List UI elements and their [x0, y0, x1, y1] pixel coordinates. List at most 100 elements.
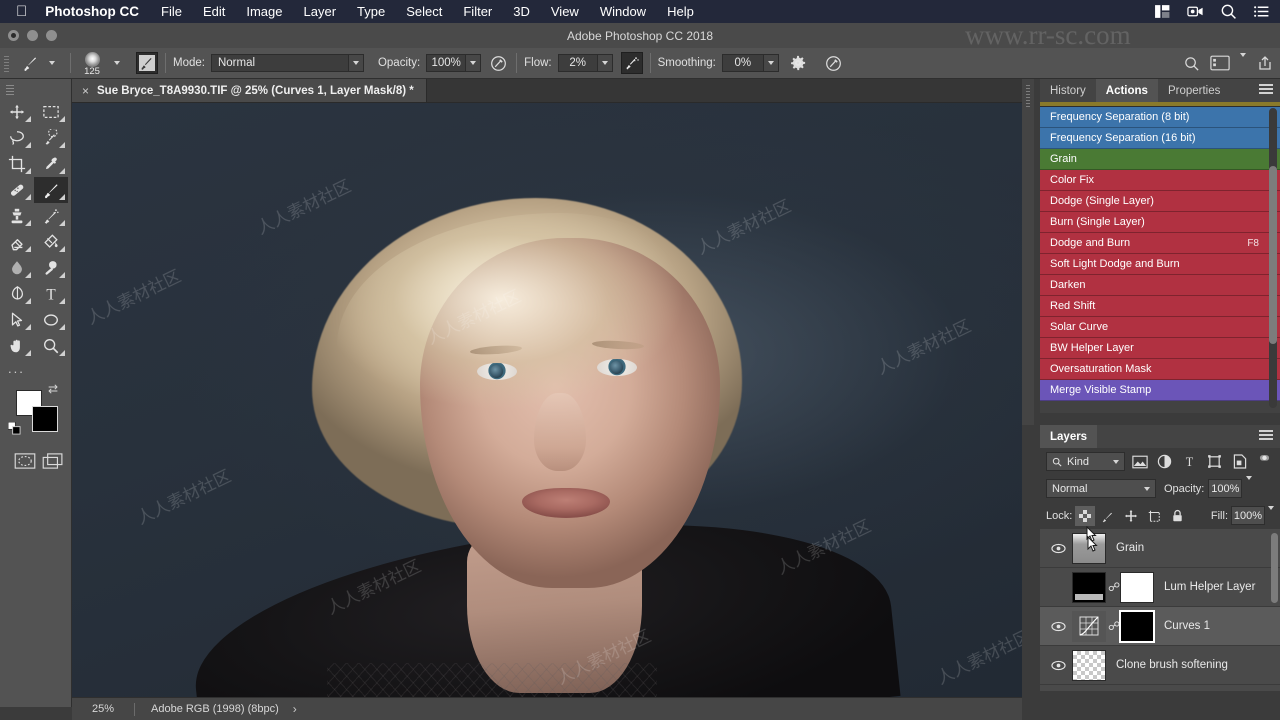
quick-selection-tool[interactable] — [34, 125, 68, 151]
panel-dock-grip[interactable] — [1022, 79, 1034, 429]
eyedropper-tool[interactable] — [34, 151, 68, 177]
action-row[interactable]: Burn (Single Layer) — [1040, 212, 1280, 233]
action-row[interactable]: Dodge (Single Layer) — [1040, 191, 1280, 212]
layer-blend-mode-select[interactable]: Normal — [1046, 479, 1156, 498]
menu-item-select[interactable]: Select — [406, 4, 442, 19]
panel-menu-icon[interactable] — [1259, 430, 1273, 442]
minimize-window-button[interactable] — [27, 30, 38, 41]
layer-mask-thumbnail[interactable] — [1120, 571, 1154, 603]
search-icon[interactable] — [1183, 55, 1200, 72]
list-icon[interactable] — [1253, 3, 1270, 20]
hand-tool[interactable] — [0, 333, 34, 359]
pixel-filter-icon[interactable] — [1131, 452, 1150, 472]
flow-value[interactable]: 2% — [557, 54, 598, 72]
lock-image-icon[interactable] — [1098, 506, 1118, 526]
menu-item-edit[interactable]: Edit — [203, 4, 225, 19]
action-row[interactable]: Soft Light Dodge and Burn — [1040, 254, 1280, 275]
brush-preset-panel-icon[interactable] — [136, 52, 158, 74]
layer-row[interactable]: ☍ Lum Helper Layer — [1040, 568, 1280, 607]
brush-tool-icon[interactable] — [19, 52, 41, 74]
lock-artboard-icon[interactable] — [1144, 506, 1164, 526]
symmetry-icon[interactable] — [823, 52, 845, 74]
opacity-value[interactable]: 100% — [426, 54, 467, 72]
clone-stamp-tool[interactable] — [0, 203, 34, 229]
smart-object-filter-icon[interactable] — [1230, 452, 1249, 472]
layer-visibility-toggle[interactable] — [1044, 660, 1072, 671]
swap-colors-icon[interactable]: ⇄ — [48, 382, 58, 396]
menu-item-type[interactable]: Type — [357, 4, 385, 19]
gear-icon[interactable] — [787, 52, 809, 74]
layer-row[interactable]: ☍ Curves 1 — [1040, 607, 1280, 646]
brush-tool-dropdown[interactable] — [41, 52, 63, 74]
lasso-tool[interactable] — [0, 125, 34, 151]
tab-layers[interactable]: Layers — [1040, 425, 1098, 448]
share-icon[interactable] — [1256, 54, 1274, 72]
gradient-tool[interactable] — [34, 229, 68, 255]
background-color-swatch[interactable] — [32, 406, 58, 432]
blur-tool[interactable] — [0, 255, 34, 281]
type-filter-icon[interactable]: T — [1180, 452, 1199, 472]
search-icon[interactable] — [1220, 3, 1237, 20]
workspace-dropdown[interactable] — [1240, 53, 1246, 69]
zoom-tool[interactable] — [34, 333, 68, 359]
lock-position-icon[interactable] — [1121, 506, 1141, 526]
menu-item-filter[interactable]: Filter — [463, 4, 492, 19]
layer-opacity-value[interactable]: 100% — [1208, 479, 1243, 498]
actions-scrollbar[interactable] — [1269, 108, 1277, 408]
layer-name[interactable]: Grain — [1116, 542, 1144, 554]
menu-item-image[interactable]: Image — [246, 4, 282, 19]
smoothing-value[interactable]: 0% — [721, 54, 764, 72]
tab-actions[interactable]: Actions — [1095, 79, 1158, 102]
blend-mode-dropdown[interactable] — [348, 54, 364, 72]
type-tool[interactable]: T — [34, 281, 68, 307]
action-row[interactable]: Red Shift — [1040, 296, 1280, 317]
lock-all-icon[interactable] — [1167, 506, 1187, 526]
eraser-tool[interactable] — [0, 229, 34, 255]
panel-layout-icon[interactable] — [1154, 3, 1171, 20]
dodge-tool[interactable] — [34, 255, 68, 281]
history-brush-tool[interactable] — [34, 203, 68, 229]
layer-mask-thumbnail[interactable] — [1119, 609, 1155, 643]
pen-tool[interactable] — [0, 281, 34, 307]
path-selection-tool[interactable] — [0, 307, 34, 333]
actions-scrollbar-thumb[interactable] — [1269, 166, 1277, 344]
opacity-dropdown[interactable] — [466, 54, 482, 72]
link-mask-icon[interactable]: ☍ — [1108, 619, 1120, 633]
menu-item-file[interactable]: File — [161, 4, 182, 19]
smoothing-dropdown[interactable] — [763, 54, 779, 72]
apple-icon[interactable]:  — [16, 4, 27, 19]
menu-item-view[interactable]: View — [551, 4, 579, 19]
tab-properties[interactable]: Properties — [1158, 79, 1230, 102]
zoom-level-field[interactable]: 25% — [72, 703, 134, 715]
filter-toggle-icon[interactable] — [1255, 452, 1274, 472]
action-row[interactable]: Merge Visible Stamp — [1040, 380, 1280, 401]
brush-tool[interactable] — [34, 177, 68, 203]
maximize-window-button[interactable] — [46, 30, 57, 41]
screen-record-icon[interactable] — [1187, 3, 1204, 20]
rectangular-marquee-tool[interactable] — [34, 99, 68, 125]
action-row[interactable]: Solar Curve — [1040, 317, 1280, 338]
action-row[interactable]: Frequency Separation (16 bit) — [1040, 128, 1280, 149]
pressure-opacity-icon[interactable] — [487, 52, 509, 74]
more-tools-button[interactable]: ... — [0, 361, 71, 376]
lock-transparent-icon[interactable] — [1075, 505, 1096, 526]
tools-panel-grip[interactable] — [6, 85, 20, 95]
action-row[interactable]: Dodge and Burn F8 — [1040, 233, 1280, 254]
quick-mask-icon[interactable] — [12, 450, 38, 472]
brush-preset-dropdown[interactable] — [106, 52, 128, 74]
layer-visibility-toggle[interactable] — [1044, 621, 1072, 632]
layers-scrollbar[interactable] — [1271, 533, 1278, 603]
menu-item-3d[interactable]: 3D — [513, 4, 530, 19]
tab-history[interactable]: History — [1040, 79, 1096, 102]
blend-mode-value[interactable]: Normal — [210, 54, 349, 72]
layer-name[interactable]: Lum Helper Layer — [1164, 581, 1255, 593]
spot-healing-brush-tool[interactable] — [0, 177, 34, 203]
workspace-icon[interactable] — [1210, 55, 1230, 71]
layer-row[interactable]: Grain — [1040, 529, 1280, 568]
layer-name[interactable]: Curves 1 — [1164, 620, 1210, 632]
layer-thumbnail[interactable] — [1072, 649, 1106, 681]
action-row[interactable]: Oversaturation Mask — [1040, 359, 1280, 380]
flow-dropdown[interactable] — [597, 54, 613, 72]
close-icon[interactable]: × — [82, 84, 89, 98]
options-bar-grip[interactable] — [2, 54, 11, 72]
